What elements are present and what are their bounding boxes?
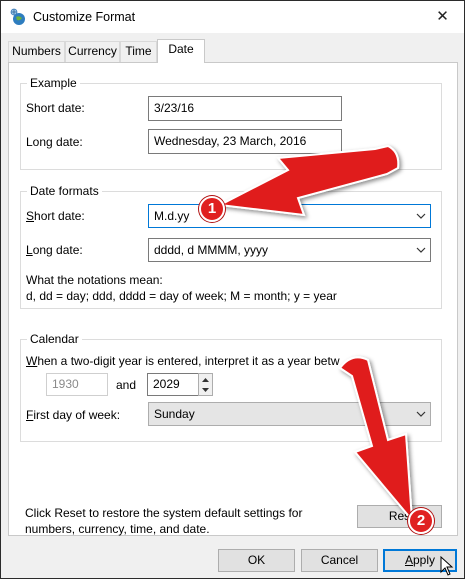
cancel-button-label: Cancel bbox=[320, 553, 359, 567]
tab-numbers[interactable]: Numbers bbox=[8, 41, 65, 62]
long-date-format-value: dddd, d MMMM, yyyy bbox=[154, 243, 269, 257]
first-day-of-week-combobox[interactable]: Sunday bbox=[148, 402, 431, 426]
year-spinner[interactable] bbox=[198, 373, 213, 396]
example-long-date-label: Long date: bbox=[26, 135, 83, 149]
example-short-date-field: 3/23/16 bbox=[148, 96, 342, 121]
reset-description-line1: Click Reset to restore the system defaul… bbox=[25, 506, 303, 520]
short-date-format-value: M.d.yy bbox=[154, 209, 190, 223]
short-date-format-combobox[interactable]: M.d.yy bbox=[148, 204, 431, 228]
tab-time[interactable]: Time bbox=[120, 41, 157, 62]
title-bar[interactable]: Customize Format ✕ bbox=[1, 1, 464, 33]
date-formats-group: Date formats Short date: M.d.yy Long dat… bbox=[20, 184, 442, 309]
year-to-field[interactable]: 2029 bbox=[147, 373, 199, 396]
close-icon: ✕ bbox=[436, 8, 449, 25]
tab-time-label: Time bbox=[125, 44, 152, 58]
regional-settings-icon bbox=[10, 8, 25, 25]
ok-button[interactable]: OK bbox=[218, 549, 295, 572]
tab-currency-label: Currency bbox=[68, 44, 117, 58]
mouse-pointer-icon bbox=[440, 556, 454, 576]
example-short-date-label: Short date: bbox=[26, 101, 85, 115]
year-from-field: 1930 bbox=[46, 373, 108, 396]
ok-button-label: OK bbox=[247, 553, 266, 567]
date-tab-panel: Example Short date: 3/23/16 Long date: W… bbox=[8, 62, 458, 536]
apply-button-label: Apply bbox=[404, 553, 436, 567]
long-date-format-label: Long date: bbox=[26, 243, 83, 257]
spin-down-button[interactable] bbox=[199, 385, 212, 396]
step-2-badge: 2 bbox=[408, 508, 434, 534]
triangle-up-icon bbox=[202, 378, 209, 382]
calendar-group: Calendar When a two-digit year is entere… bbox=[20, 332, 442, 442]
long-date-format-combobox[interactable]: dddd, d MMMM, yyyy bbox=[148, 238, 431, 262]
example-group-label: Example bbox=[27, 76, 80, 90]
chevron-down-icon bbox=[416, 247, 426, 253]
reset-button-label: Res bbox=[388, 509, 411, 523]
example-group: Example Short date: 3/23/16 Long date: W… bbox=[20, 76, 442, 170]
tab-numbers-label: Numbers bbox=[12, 44, 61, 58]
close-button[interactable]: ✕ bbox=[421, 1, 464, 32]
calendar-group-label: Calendar bbox=[27, 332, 82, 346]
first-day-of-week-label: First day of week: bbox=[26, 408, 121, 422]
triangle-down-icon bbox=[202, 388, 209, 392]
notation-title: What the notations mean: bbox=[26, 273, 163, 287]
customize-format-dialog: Customize Format ✕ Numbers Currency Time… bbox=[0, 0, 465, 579]
example-long-date-field: Wednesday, 23 March, 2016 bbox=[148, 129, 342, 154]
two-digit-year-label: When a two-digit year is entered, interp… bbox=[26, 354, 340, 368]
date-formats-group-label: Date formats bbox=[27, 184, 102, 198]
notation-text: d, dd = day; ddd, dddd = day of week; M … bbox=[26, 289, 337, 303]
chevron-down-icon bbox=[416, 411, 426, 417]
step-1-badge: 1 bbox=[199, 196, 225, 222]
first-day-of-week-value: Sunday bbox=[154, 407, 195, 421]
tab-currency[interactable]: Currency bbox=[65, 41, 120, 62]
short-date-format-label: Short date: bbox=[26, 209, 85, 223]
window-title: Customize Format bbox=[33, 10, 136, 24]
and-label: and bbox=[116, 378, 137, 392]
reset-description-line2: numbers, currency, time, and date. bbox=[25, 522, 210, 536]
tab-strip: Numbers Currency Time Date bbox=[1, 33, 464, 63]
chevron-down-icon bbox=[416, 213, 426, 219]
tab-date-label: Date bbox=[168, 42, 194, 56]
tab-date[interactable]: Date bbox=[157, 39, 205, 63]
cancel-button[interactable]: Cancel bbox=[301, 549, 378, 572]
